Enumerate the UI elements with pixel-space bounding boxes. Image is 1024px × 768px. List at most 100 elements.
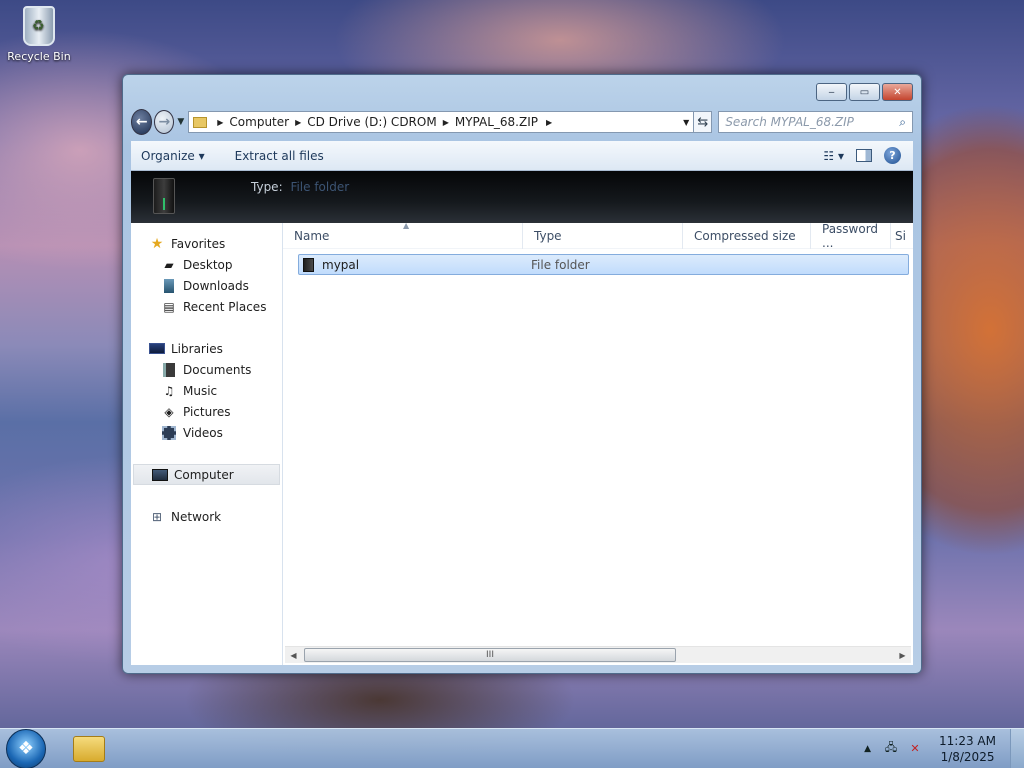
nav-label: Favorites bbox=[171, 236, 226, 251]
network-icon: ⊞ bbox=[151, 509, 163, 524]
volume-muted-icon[interactable]: ✕ bbox=[907, 742, 923, 756]
nav-network[interactable]: ⊞ Network bbox=[131, 506, 282, 527]
address-bar[interactable]: ▶ Computer ▶ CD Drive (D:) CDROM ▶ MYPAL… bbox=[188, 111, 695, 133]
libraries-icon bbox=[149, 342, 165, 356]
nav-label: Recent Places bbox=[183, 299, 267, 314]
system-tray: ▲ 🖧 ✕ 11:23 AM 1/8/2025 bbox=[864, 728, 1024, 768]
refresh-icon[interactable]: ⇆ bbox=[694, 111, 713, 133]
command-bar: Organize ▾ Extract all files ☷ ▾ ? bbox=[131, 141, 913, 171]
search-input[interactable]: Search MYPAL_68.ZIP ⌕ bbox=[718, 111, 913, 133]
recent-places-icon: ▤ bbox=[163, 299, 175, 314]
videos-icon bbox=[161, 425, 177, 440]
taskbar-explorer-button[interactable] bbox=[60, 730, 118, 768]
start-button[interactable]: ❖ bbox=[6, 728, 46, 768]
organize-button[interactable]: Organize ▾ bbox=[141, 149, 205, 163]
nav-libraries[interactable]: Libraries bbox=[131, 338, 282, 359]
breadcrumb-label: CD Drive (D:) CDROM bbox=[307, 115, 437, 129]
forward-button[interactable]: → bbox=[154, 110, 175, 134]
explorer-folder-icon bbox=[73, 735, 105, 762]
help-icon[interactable]: ? bbox=[884, 147, 901, 164]
nav-pictures[interactable]: ◈ Pictures bbox=[131, 401, 282, 422]
breadcrumb-zip[interactable]: ▶ MYPAL_68.ZIP ▶ bbox=[443, 115, 558, 129]
breadcrumb-separator-icon[interactable]: ▶ bbox=[546, 118, 552, 127]
show-hidden-icons-icon[interactable]: ▲ bbox=[864, 744, 871, 754]
content-area: ★ Favorites ▰ Desktop Downloads ▤ Recent… bbox=[131, 221, 913, 665]
horizontal-scrollbar[interactable]: ◀ III ▶ bbox=[285, 646, 911, 663]
nav-computer[interactable]: Computer bbox=[133, 464, 280, 485]
desktop-icon-recycle-bin[interactable]: Recycle Bin bbox=[4, 6, 74, 63]
file-list: ▲ Name Type Compressed size Password ...… bbox=[283, 221, 913, 665]
nav-music[interactable]: ♫ Music bbox=[131, 380, 282, 401]
breadcrumb-cd-drive[interactable]: ▶ CD Drive (D:) CDROM bbox=[295, 115, 437, 129]
sort-ascending-icon: ▲ bbox=[403, 221, 410, 230]
breadcrumb-separator-icon[interactable]: ▶ bbox=[443, 118, 449, 127]
scroll-right-icon[interactable]: ▶ bbox=[894, 651, 911, 660]
details-value: File folder bbox=[290, 180, 350, 194]
breadcrumb-separator-icon[interactable]: ▶ bbox=[217, 118, 223, 127]
explorer-window: ‒ ▭ ✕ ← → ▼ ▶ Computer ▶ CD Drive (D:) C… bbox=[122, 74, 922, 674]
extract-all-button[interactable]: Extract all files bbox=[235, 149, 324, 163]
nav-desktop[interactable]: ▰ Desktop bbox=[131, 254, 282, 275]
scrollbar-thumb[interactable]: III bbox=[304, 648, 676, 662]
recent-pages-dropdown[interactable]: ▼ bbox=[177, 117, 184, 127]
nav-favorites[interactable]: ★ Favorites bbox=[131, 233, 282, 254]
column-size[interactable]: Si bbox=[891, 223, 913, 249]
nav-downloads[interactable]: Downloads bbox=[131, 275, 282, 296]
folder-icon bbox=[193, 116, 208, 128]
nav-recent-places[interactable]: ▤ Recent Places bbox=[131, 296, 282, 317]
network-status-icon[interactable]: 🖧 bbox=[883, 741, 899, 756]
maximize-button[interactable]: ▭ bbox=[849, 83, 880, 101]
nav-label: Music bbox=[183, 383, 218, 398]
computer-icon bbox=[152, 468, 168, 482]
scroll-left-icon[interactable]: ◀ bbox=[285, 651, 302, 660]
table-row[interactable]: mypal File folder bbox=[298, 254, 909, 275]
nav-label: Downloads bbox=[183, 278, 249, 293]
column-headers: ▲ Name Type Compressed size Password ...… bbox=[283, 221, 913, 250]
details-banner: Type: File folder bbox=[131, 171, 913, 223]
breadcrumb-label: Computer bbox=[229, 115, 290, 129]
star-icon: ★ bbox=[150, 235, 164, 252]
nav-label: Desktop bbox=[183, 257, 233, 272]
file-name: mypal bbox=[322, 257, 360, 272]
details-label: Type: bbox=[251, 180, 283, 194]
details-text: Type: File folder bbox=[251, 180, 349, 194]
clock-time: 11:23 AM bbox=[939, 733, 996, 748]
column-type[interactable]: Type bbox=[523, 222, 683, 249]
preview-pane-icon[interactable] bbox=[856, 149, 872, 162]
search-placeholder: Search MYPAL_68.ZIP bbox=[725, 115, 854, 129]
clock-date: 1/8/2025 bbox=[940, 749, 995, 764]
desktop-icon-label: Recycle Bin bbox=[7, 50, 71, 63]
nav-videos[interactable]: Videos bbox=[131, 422, 282, 443]
music-icon: ♫ bbox=[163, 383, 175, 398]
change-view-icon[interactable]: ☷ ▾ bbox=[823, 149, 844, 163]
clock[interactable]: 11:23 AM 1/8/2025 bbox=[939, 733, 996, 765]
nav-label: Network bbox=[171, 509, 222, 524]
navigation-pane: ★ Favorites ▰ Desktop Downloads ▤ Recent… bbox=[131, 223, 283, 665]
search-icon[interactable]: ⌕ bbox=[899, 115, 906, 130]
nav-label: Computer bbox=[174, 467, 234, 482]
recycle-bin-icon bbox=[23, 6, 55, 46]
breadcrumb-separator-icon[interactable]: ▶ bbox=[295, 118, 301, 127]
file-type: File folder bbox=[531, 257, 590, 272]
desktop-icon: ▰ bbox=[164, 257, 174, 272]
column-password[interactable]: Password ... bbox=[811, 222, 891, 250]
address-dropdown-icon[interactable]: ▼ bbox=[683, 118, 689, 127]
file-name-cell: mypal bbox=[299, 257, 531, 272]
show-desktop-button[interactable] bbox=[1010, 728, 1024, 768]
minimize-button[interactable]: ‒ bbox=[816, 83, 847, 101]
back-button[interactable]: ← bbox=[131, 109, 153, 135]
nav-documents[interactable]: Documents bbox=[131, 359, 282, 380]
close-button[interactable]: ✕ bbox=[882, 83, 913, 101]
nav-label: Pictures bbox=[183, 404, 231, 419]
pictures-icon: ◈ bbox=[164, 404, 174, 419]
taskbar: ❖ ▲ 🖧 ✕ 11:23 AM 1/8/2025 bbox=[0, 728, 1024, 768]
breadcrumb-computer[interactable]: ▶ Computer bbox=[217, 115, 289, 129]
navigation-bar: ← → ▼ ▶ Computer ▶ CD Drive (D:) CDROM ▶… bbox=[131, 105, 913, 139]
column-compressed-size[interactable]: Compressed size bbox=[683, 222, 811, 249]
zip-folder-large-icon bbox=[153, 178, 175, 214]
nav-label: Documents bbox=[183, 362, 252, 377]
nav-label: Libraries bbox=[171, 341, 223, 356]
